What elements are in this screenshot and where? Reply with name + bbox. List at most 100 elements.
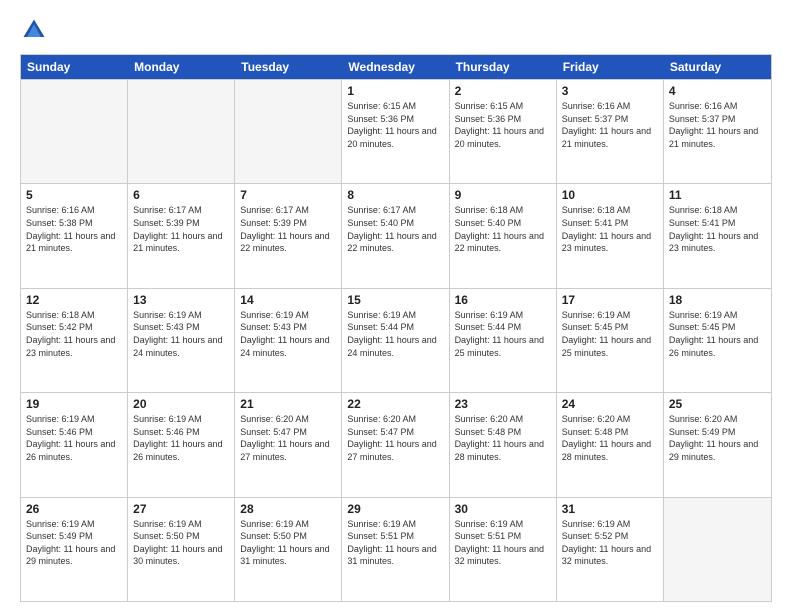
calendar-cell: 10 Sunrise: 6:18 AM Sunset: 5:41 PM Dayli… — [557, 184, 664, 287]
calendar-cell: 21 Sunrise: 6:20 AM Sunset: 5:47 PM Dayli… — [235, 393, 342, 496]
calendar-cell: 25 Sunrise: 6:20 AM Sunset: 5:49 PM Dayli… — [664, 393, 771, 496]
cell-info: Sunrise: 6:19 AM Sunset: 5:46 PM Dayligh… — [133, 413, 229, 463]
cell-info: Sunrise: 6:19 AM Sunset: 5:45 PM Dayligh… — [562, 309, 658, 359]
calendar-cell: 15 Sunrise: 6:19 AM Sunset: 5:44 PM Dayli… — [342, 289, 449, 392]
calendar-row: 12Sunrise: 6:18 AM Sunset: 5:42 PM Dayli… — [21, 288, 771, 392]
calendar-cell: 2Sunrise: 6:15 AM Sunset: 5:36 PM Daylig… — [450, 80, 557, 183]
day-number: 10 — [562, 188, 658, 202]
day-number: 15 — [347, 293, 443, 307]
day-number: 11 — [669, 188, 766, 202]
cell-info: Sunrise: 6:19 AM Sunset: 5:44 PM Dayligh… — [455, 309, 551, 359]
cell-info: Sunrise: 6:17 AM Sunset: 5:40 PM Dayligh… — [347, 204, 443, 254]
calendar-cell — [128, 80, 235, 183]
day-number: 31 — [562, 502, 658, 516]
cell-info: Sunrise: 6:19 AM Sunset: 5:44 PM Dayligh… — [347, 309, 443, 359]
calendar-cell: 29 Sunrise: 6:19 AM Sunset: 5:51 PM Dayli… — [342, 498, 449, 601]
day-number: 19 — [26, 397, 122, 411]
calendar-cell: 27Sunrise: 6:19 AM Sunset: 5:50 PM Dayli… — [128, 498, 235, 601]
cell-info: Sunrise: 6:19 AM Sunset: 5:51 PM Dayligh… — [455, 518, 551, 568]
calendar-row: 26 Sunrise: 6:19 AM Sunset: 5:49 PM Dayli… — [21, 497, 771, 601]
day-number: 3 — [562, 84, 658, 98]
cell-info: Sunrise: 6:18 AM Sunset: 5:41 PM Dayligh… — [669, 204, 766, 254]
day-number: 1 — [347, 84, 443, 98]
header-day: Saturday — [664, 55, 771, 79]
calendar-row: 1 Sunrise: 6:15 AM Sunset: 5:36 PM Daylig… — [21, 79, 771, 183]
calendar-cell: 5 Sunrise: 6:16 AM Sunset: 5:38 PM Daylig… — [21, 184, 128, 287]
header-day: Friday — [557, 55, 664, 79]
cell-info: Sunrise: 6:18 AM Sunset: 5:41 PM Dayligh… — [562, 204, 658, 254]
day-number: 24 — [562, 397, 658, 411]
cell-info: Sunrise: 6:17 AM Sunset: 5:39 PM Dayligh… — [240, 204, 336, 254]
cell-info: Sunrise: 6:16 AM Sunset: 5:37 PM Dayligh… — [669, 100, 766, 150]
day-number: 18 — [669, 293, 766, 307]
cell-info: Sunrise: 6:19 AM Sunset: 5:46 PM Dayligh… — [26, 413, 122, 463]
calendar-body: 1 Sunrise: 6:15 AM Sunset: 5:36 PM Daylig… — [21, 79, 771, 601]
day-number: 13 — [133, 293, 229, 307]
calendar-header: SundayMondayTuesdayWednesdayThursdayFrid… — [21, 55, 771, 79]
calendar-cell: 22 Sunrise: 6:20 AM Sunset: 5:47 PM Dayli… — [342, 393, 449, 496]
cell-info: Sunrise: 6:19 AM Sunset: 5:43 PM Dayligh… — [133, 309, 229, 359]
header — [20, 16, 772, 44]
calendar-cell: 23Sunrise: 6:20 AM Sunset: 5:48 PM Dayli… — [450, 393, 557, 496]
cell-info: Sunrise: 6:20 AM Sunset: 5:47 PM Dayligh… — [240, 413, 336, 463]
cell-info: Sunrise: 6:16 AM Sunset: 5:37 PM Dayligh… — [562, 100, 658, 150]
cell-info: Sunrise: 6:19 AM Sunset: 5:43 PM Dayligh… — [240, 309, 336, 359]
calendar-cell: 13 Sunrise: 6:19 AM Sunset: 5:43 PM Dayli… — [128, 289, 235, 392]
day-number: 5 — [26, 188, 122, 202]
day-number: 22 — [347, 397, 443, 411]
calendar-cell: 12Sunrise: 6:18 AM Sunset: 5:42 PM Dayli… — [21, 289, 128, 392]
day-number: 9 — [455, 188, 551, 202]
cell-info: Sunrise: 6:19 AM Sunset: 5:49 PM Dayligh… — [26, 518, 122, 568]
cell-info: Sunrise: 6:20 AM Sunset: 5:49 PM Dayligh… — [669, 413, 766, 463]
calendar-cell: 11 Sunrise: 6:18 AM Sunset: 5:41 PM Dayli… — [664, 184, 771, 287]
day-number: 20 — [133, 397, 229, 411]
header-day: Monday — [128, 55, 235, 79]
logo-icon — [20, 16, 48, 44]
calendar-cell — [664, 498, 771, 601]
calendar-cell: 26 Sunrise: 6:19 AM Sunset: 5:49 PM Dayli… — [21, 498, 128, 601]
calendar-row: 5 Sunrise: 6:16 AM Sunset: 5:38 PM Daylig… — [21, 183, 771, 287]
day-number: 17 — [562, 293, 658, 307]
cell-info: Sunrise: 6:19 AM Sunset: 5:52 PM Dayligh… — [562, 518, 658, 568]
calendar-cell — [235, 80, 342, 183]
page: SundayMondayTuesdayWednesdayThursdayFrid… — [0, 0, 792, 612]
cell-info: Sunrise: 6:20 AM Sunset: 5:47 PM Dayligh… — [347, 413, 443, 463]
cell-info: Sunrise: 6:20 AM Sunset: 5:48 PM Dayligh… — [455, 413, 551, 463]
day-number: 25 — [669, 397, 766, 411]
day-number: 26 — [26, 502, 122, 516]
day-number: 16 — [455, 293, 551, 307]
header-day: Tuesday — [235, 55, 342, 79]
cell-info: Sunrise: 6:19 AM Sunset: 5:50 PM Dayligh… — [240, 518, 336, 568]
logo — [20, 16, 52, 44]
calendar-cell: 20 Sunrise: 6:19 AM Sunset: 5:46 PM Dayli… — [128, 393, 235, 496]
day-number: 29 — [347, 502, 443, 516]
calendar-cell: 28Sunrise: 6:19 AM Sunset: 5:50 PM Dayli… — [235, 498, 342, 601]
calendar-cell: 6Sunrise: 6:17 AM Sunset: 5:39 PM Daylig… — [128, 184, 235, 287]
calendar: SundayMondayTuesdayWednesdayThursdayFrid… — [20, 54, 772, 602]
calendar-cell: 16 Sunrise: 6:19 AM Sunset: 5:44 PM Dayli… — [450, 289, 557, 392]
day-number: 14 — [240, 293, 336, 307]
cell-info: Sunrise: 6:16 AM Sunset: 5:38 PM Dayligh… — [26, 204, 122, 254]
cell-info: Sunrise: 6:20 AM Sunset: 5:48 PM Dayligh… — [562, 413, 658, 463]
calendar-cell: 9Sunrise: 6:18 AM Sunset: 5:40 PM Daylig… — [450, 184, 557, 287]
cell-info: Sunrise: 6:15 AM Sunset: 5:36 PM Dayligh… — [455, 100, 551, 150]
day-number: 8 — [347, 188, 443, 202]
calendar-cell: 7 Sunrise: 6:17 AM Sunset: 5:39 PM Daylig… — [235, 184, 342, 287]
calendar-cell: 1 Sunrise: 6:15 AM Sunset: 5:36 PM Daylig… — [342, 80, 449, 183]
calendar-cell: 3 Sunrise: 6:16 AM Sunset: 5:37 PM Daylig… — [557, 80, 664, 183]
calendar-cell: 24 Sunrise: 6:20 AM Sunset: 5:48 PM Dayli… — [557, 393, 664, 496]
calendar-cell: 18Sunrise: 6:19 AM Sunset: 5:45 PM Dayli… — [664, 289, 771, 392]
calendar-cell: 30Sunrise: 6:19 AM Sunset: 5:51 PM Dayli… — [450, 498, 557, 601]
day-number: 7 — [240, 188, 336, 202]
header-day: Wednesday — [342, 55, 449, 79]
cell-info: Sunrise: 6:19 AM Sunset: 5:50 PM Dayligh… — [133, 518, 229, 568]
calendar-cell: 4 Sunrise: 6:16 AM Sunset: 5:37 PM Daylig… — [664, 80, 771, 183]
cell-info: Sunrise: 6:19 AM Sunset: 5:51 PM Dayligh… — [347, 518, 443, 568]
cell-info: Sunrise: 6:15 AM Sunset: 5:36 PM Dayligh… — [347, 100, 443, 150]
header-day: Sunday — [21, 55, 128, 79]
cell-info: Sunrise: 6:18 AM Sunset: 5:42 PM Dayligh… — [26, 309, 122, 359]
day-number: 21 — [240, 397, 336, 411]
calendar-cell — [21, 80, 128, 183]
day-number: 4 — [669, 84, 766, 98]
calendar-cell: 19 Sunrise: 6:19 AM Sunset: 5:46 PM Dayli… — [21, 393, 128, 496]
